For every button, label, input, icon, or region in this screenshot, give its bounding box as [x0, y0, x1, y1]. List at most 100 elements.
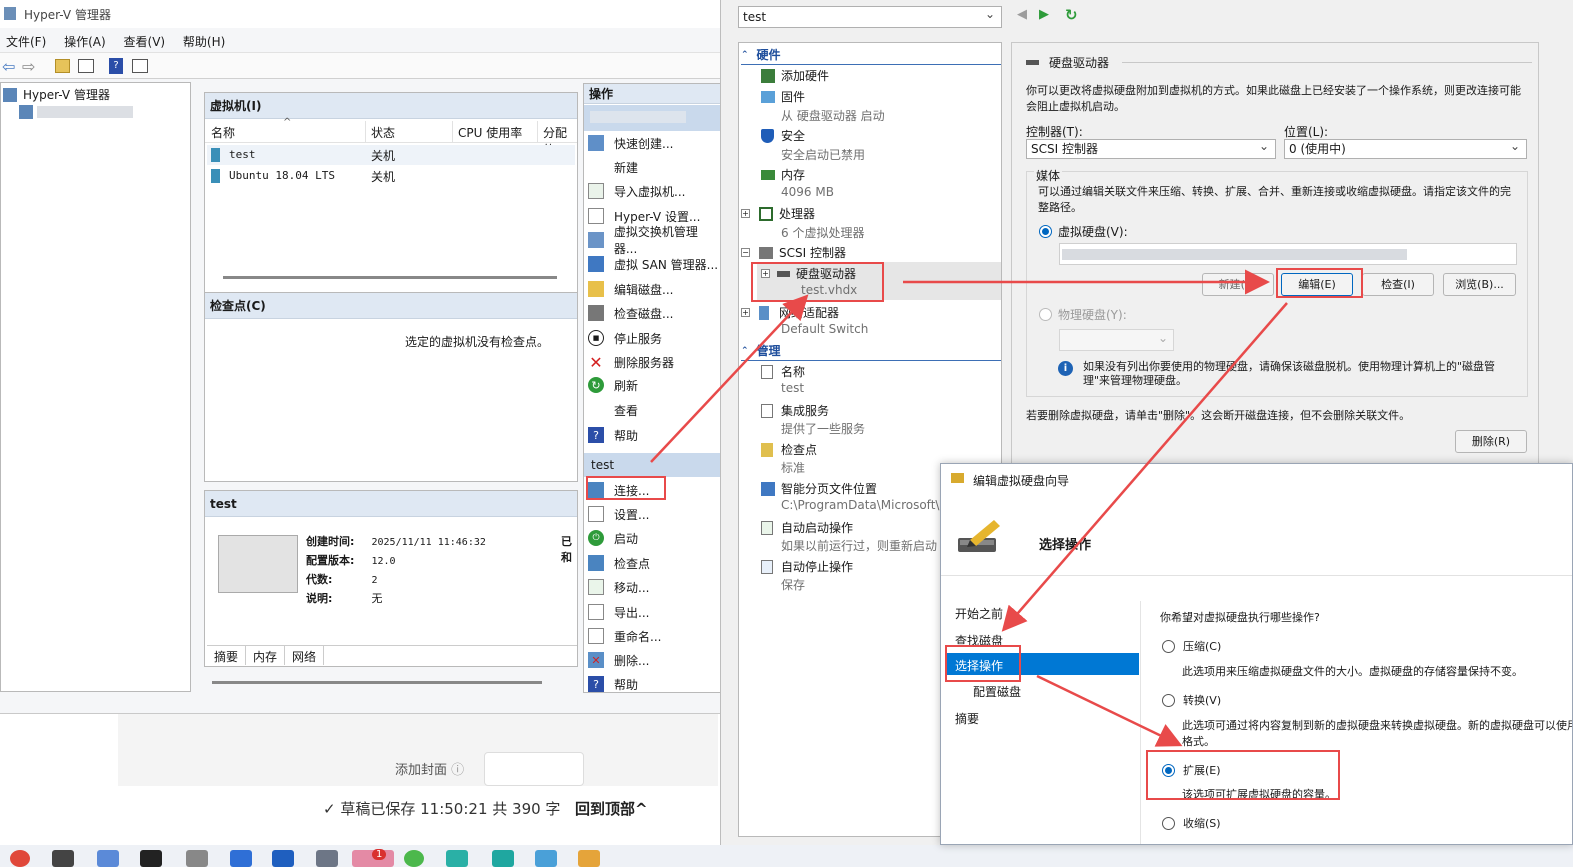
forward-arrow-icon[interactable]: ⇨ [22, 57, 35, 76]
tab-network[interactable]: 网络 [285, 646, 325, 665]
table-row[interactable]: test 关机 [207, 145, 575, 165]
convert-radio[interactable] [1162, 693, 1175, 707]
expand-icon[interactable]: + [741, 209, 750, 218]
action-virtual-san-manager[interactable]: 虚拟 SAN 管理器... [588, 253, 720, 275]
shrink-radio[interactable] [1162, 816, 1175, 830]
vhd-path-field[interactable] [1059, 243, 1517, 265]
notepad-icon[interactable] [97, 850, 119, 867]
physical-disk-option[interactable]: 物理硬盘(Y): [1039, 306, 1127, 323]
tree-host-item[interactable] [19, 105, 133, 119]
chat-icon[interactable]: 1 [352, 849, 394, 867]
app-icon[interactable] [186, 850, 208, 867]
box-icon[interactable] [446, 850, 468, 867]
action-move[interactable]: 移动... [588, 576, 720, 598]
mgmt-checkpoints[interactable]: 检查点 [761, 441, 817, 458]
wechat-icon[interactable] [404, 850, 424, 867]
action-quick-create[interactable]: 快速创建... [588, 132, 720, 154]
col-state[interactable]: 状态 [371, 124, 395, 141]
back-arrow-icon[interactable]: ⇦ [2, 57, 15, 76]
action-pane-icon[interactable] [132, 59, 148, 73]
action-delete[interactable]: ✕ 删除... [588, 649, 720, 671]
action-remove-server[interactable]: ✕ 删除服务器 [588, 351, 720, 373]
next-arrow-icon[interactable]: ▶ [1039, 7, 1049, 22]
mgmt-integration-services[interactable]: 集成服务 [761, 402, 829, 419]
menu-help[interactable]: 帮助(H) [183, 35, 225, 49]
hw-scsi-controller[interactable]: − SCSI 控制器 [741, 244, 846, 261]
window-icon[interactable] [52, 850, 74, 867]
tab-summary[interactable]: 摘要 [207, 646, 247, 665]
action-export[interactable]: 导出... [588, 601, 720, 623]
bottom-scrollbar[interactable] [212, 681, 542, 684]
terminal-icon[interactable] [140, 850, 162, 867]
horizontal-scrollbar[interactable] [223, 276, 557, 279]
action-stop-service[interactable]: ■ 停止服务 [588, 327, 720, 349]
expand-icon[interactable]: + [741, 308, 750, 317]
action-inspect-disk[interactable]: 检查磁盘... [588, 302, 720, 324]
help-book-icon[interactable]: ? [109, 58, 123, 74]
virtual-disk-radio[interactable] [1039, 225, 1052, 238]
physical-disk-radio[interactable] [1039, 308, 1052, 321]
photo-icon[interactable] [535, 850, 557, 867]
action-start[interactable]: ⏻ 启动 [588, 527, 720, 549]
col-cpu[interactable]: CPU 使用率 [458, 124, 522, 141]
console-tree-icon[interactable] [78, 59, 94, 73]
send-icon[interactable] [492, 850, 514, 867]
tab-memory[interactable]: 内存 [246, 646, 286, 665]
action-help[interactable]: ? 帮助 [588, 424, 720, 446]
remove-button[interactable]: 删除(R) [1455, 430, 1527, 453]
action-vm-settings[interactable]: 设置... [588, 503, 720, 525]
hardware-section-header[interactable]: ⌃ 硬件 [741, 46, 1001, 65]
add-cover-label[interactable]: 添加封面 ⓘ [395, 759, 464, 778]
folder-up-icon[interactable] [55, 59, 70, 73]
action-rename[interactable]: 重命名... [588, 625, 720, 647]
action-edit-disk[interactable]: 编辑磁盘... [588, 278, 720, 300]
action-refresh[interactable]: ↻ 刷新 [588, 374, 720, 396]
mgmt-auto-start[interactable]: 自动启动操作 [761, 519, 853, 536]
chrome-icon[interactable] [10, 850, 30, 867]
tools-icon[interactable] [578, 850, 600, 867]
browse-vhd-button[interactable]: 浏览(B)... [1443, 273, 1516, 296]
location-select[interactable]: 0 (使用中) [1284, 137, 1527, 159]
menu-action[interactable]: 操作(A) [64, 35, 106, 49]
option-compact[interactable]: 压缩(C) [1162, 638, 1221, 654]
option-convert[interactable]: 转换(V) [1162, 692, 1221, 708]
step-before-you-begin[interactable]: 开始之前 [955, 605, 1003, 622]
action-checkpoint[interactable]: 检查点 [588, 552, 720, 574]
hw-security[interactable]: 安全 [761, 127, 805, 144]
hw-network-adapter[interactable]: + 网络适配器 [741, 304, 839, 321]
hw-add-hardware[interactable]: 添加硬件 [761, 67, 829, 84]
step-summary[interactable]: 摘要 [955, 710, 979, 727]
mgmt-paging-file[interactable]: 智能分页文件位置 [761, 480, 877, 497]
option-shrink[interactable]: 收缩(S) [1162, 815, 1221, 831]
action-virtual-switch-manager[interactable]: 虚拟交换机管理器... [588, 225, 720, 256]
collapse-icon[interactable]: − [741, 248, 750, 257]
action-vm-help[interactable]: ? 帮助 [588, 673, 720, 692]
vm-select-dropdown[interactable]: test [738, 4, 1002, 28]
calendar-icon[interactable] [230, 850, 252, 867]
management-section-header[interactable]: ⌃ 管理 [741, 342, 1001, 361]
inspect-vhd-button[interactable]: 检查(I) [1362, 273, 1434, 296]
cover-upload-box[interactable] [484, 752, 584, 786]
step-configure-disk[interactable]: 配置磁盘 [973, 683, 1021, 700]
compact-radio[interactable] [1162, 639, 1175, 653]
hw-processor[interactable]: + 处理器 [741, 205, 815, 222]
refresh-icon[interactable]: ↻ [1065, 6, 1078, 24]
action-view[interactable]: 查看 [588, 399, 720, 421]
col-name[interactable]: 名称 [211, 124, 235, 141]
mgmt-name[interactable]: 名称 [761, 363, 805, 380]
menu-view[interactable]: 查看(V) [124, 35, 166, 49]
menu-file[interactable]: 文件(F) [6, 35, 46, 49]
table-row[interactable]: Ubuntu 18.04 LTS 关机 [207, 166, 575, 186]
action-import-vm[interactable]: 导入虚拟机... [588, 180, 720, 202]
virtual-disk-option[interactable]: 虚拟硬盘(V): [1039, 223, 1128, 240]
controller-select[interactable]: SCSI 控制器 [1026, 137, 1276, 159]
hw-memory[interactable]: 内存 [761, 166, 805, 183]
new-vhd-button[interactable]: 新建(N) [1202, 273, 1274, 296]
prev-arrow-icon[interactable]: ◀ [1017, 7, 1027, 22]
physical-disk-select[interactable]: ⌄ [1059, 329, 1174, 351]
mail-icon[interactable] [272, 850, 294, 867]
hw-firmware[interactable]: 固件 [761, 88, 805, 105]
mgmt-auto-stop[interactable]: 自动停止操作 [761, 558, 853, 575]
people-icon[interactable] [316, 850, 338, 867]
back-to-top-link[interactable]: 回到顶部^ [575, 798, 648, 819]
